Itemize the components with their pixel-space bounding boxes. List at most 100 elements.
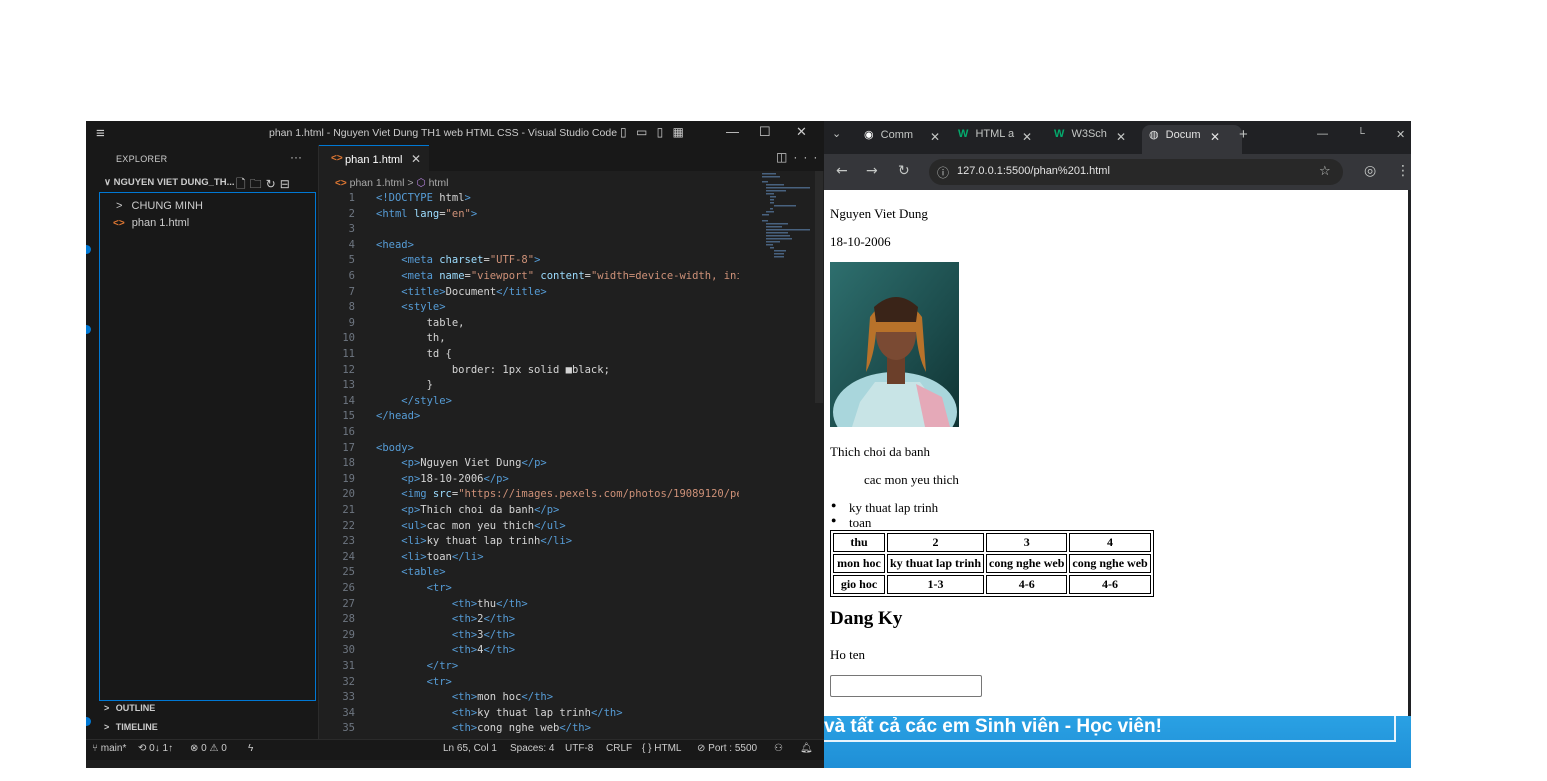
code-line[interactable]: 13 }: [319, 378, 739, 394]
eol-status[interactable]: CRLF: [606, 743, 632, 754]
code-line[interactable]: 24 <li>toan</li>: [319, 550, 739, 566]
close-tab-icon[interactable]: ✕: [1116, 130, 1126, 144]
code-line[interactable]: 12 border: 1px solid ■black;: [319, 363, 739, 379]
breadcrumb[interactable]: <> phan 1.html > ⬡ html: [335, 177, 448, 189]
language-status[interactable]: { } HTML: [642, 743, 681, 754]
code-line[interactable]: 20 <img src="https://images.pexels.com/p…: [319, 487, 739, 503]
page-scrollbar[interactable]: [1408, 190, 1411, 716]
code-line[interactable]: 1 <!DOCTYPE html>: [319, 191, 739, 207]
fullname-input[interactable]: [830, 675, 982, 697]
problems-status[interactable]: ⊗ 0 ⚠ 0: [190, 743, 227, 754]
close-tab-icon[interactable]: ✕: [1022, 130, 1032, 144]
outline-section[interactable]: > OUTLINE: [104, 703, 155, 713]
close-tab-icon[interactable]: ✕: [1210, 130, 1220, 144]
layout-toggle-icons[interactable]: ▯ ▭ ▯ ▦: [620, 125, 687, 139]
code-line[interactable]: 15 </head>: [319, 409, 739, 425]
code-line[interactable]: 2 <html lang="en">: [319, 207, 739, 223]
profile-icon[interactable]: ◎: [1364, 163, 1376, 179]
code-line[interactable]: 5 <meta charset="UTF-8">: [319, 253, 739, 269]
cursor-position[interactable]: Ln 65, Col 1: [443, 743, 497, 754]
code-line[interactable]: 21 <p>Thich choi da banh</p>: [319, 503, 739, 519]
indentation-status[interactable]: Spaces: 4: [510, 743, 554, 754]
timeline-section[interactable]: > TIMELINE: [104, 722, 158, 732]
minimize-button[interactable]: —: [726, 124, 739, 139]
more-actions-icon[interactable]: ···: [290, 150, 302, 164]
menu-kebab-icon[interactable]: ⋮: [1396, 163, 1410, 179]
code-line[interactable]: 28 <th>2</th>: [319, 612, 739, 628]
browser-tab-html[interactable]: W HTML a ✕: [958, 128, 1038, 150]
breadcrumb-file[interactable]: phan 1.html: [350, 177, 405, 189]
code-line[interactable]: 11 td {: [319, 347, 739, 363]
code-line[interactable]: 32 <tr>: [319, 675, 739, 691]
forward-icon[interactable]: →: [866, 163, 878, 179]
encoding-status[interactable]: UTF-8: [565, 743, 593, 754]
menu-icon[interactable]: ≡: [96, 125, 105, 142]
code-line[interactable]: 29 <th>3</th>: [319, 628, 739, 644]
code-line[interactable]: 10 th,: [319, 331, 739, 347]
code-line[interactable]: 22 <ul>cac mon yeu thich</ul>: [319, 519, 739, 535]
code-line[interactable]: 9 table,: [319, 316, 739, 332]
workspace-folder-header[interactable]: ∨ NGUYEN VIET DUNG_TH... 🗋🗀↻⊟: [98, 175, 318, 191]
code-line[interactable]: 34 <th>ky thuat lap trinh</th>: [319, 706, 739, 722]
code-line[interactable]: 26 <tr>: [319, 581, 739, 597]
browser-tab-github[interactable]: ◉ Comm ✕: [864, 128, 944, 150]
editor-tab-phan1[interactable]: <> phan 1.html ✕: [319, 145, 429, 172]
maximize-button[interactable]: └: [1357, 128, 1365, 150]
code-line[interactable]: 3: [319, 222, 739, 238]
code-line[interactable]: 33 <th>mon hoc</th>: [319, 690, 739, 706]
address-bar[interactable]: ⓘ 127.0.0.1:5500/phan%201.html ☆: [929, 159, 1343, 185]
code-line[interactable]: 14 </style>: [319, 394, 739, 410]
tree-folder-chung-minh[interactable]: > CHUNG MINH: [116, 200, 203, 212]
notifications-icon[interactable]: 🔔︎: [800, 743, 813, 754]
sync-status[interactable]: ⟲ 0↓ 1↑: [138, 743, 173, 754]
code-line[interactable]: 8 <style>: [319, 300, 739, 316]
new-tab-button[interactable]: +: [1239, 126, 1248, 148]
code-line[interactable]: 30 <th>4</th>: [319, 643, 739, 659]
branch-status[interactable]: ⑂ main*: [92, 743, 126, 754]
code-line[interactable]: 6 <meta name="viewport" content="width=d…: [319, 269, 739, 285]
minimize-button[interactable]: —: [1317, 128, 1328, 150]
maximize-button[interactable]: ☐: [759, 124, 771, 140]
line-number: 23: [342, 535, 355, 548]
code-text: th,: [376, 332, 446, 345]
code-line[interactable]: 25 <table>: [319, 565, 739, 581]
code-line[interactable]: 4 <head>: [319, 238, 739, 254]
live-server-status[interactable]: ⊘ Port : 5500: [697, 743, 757, 754]
editor-actions[interactable]: ◫···: [776, 150, 823, 164]
reload-icon[interactable]: ↻: [898, 163, 910, 179]
lightning-icon[interactable]: ϟ: [248, 743, 253, 754]
code-line[interactable]: 17 <body>: [319, 441, 739, 457]
back-icon[interactable]: ←: [836, 163, 848, 179]
minimap[interactable]: [760, 171, 818, 261]
close-tab-icon[interactable]: ✕: [930, 130, 940, 144]
code-line[interactable]: 16: [319, 425, 739, 441]
code-editor[interactable]: 1 <!DOCTYPE html> 2 <html lang="en"> 3 4 <head…: [319, 191, 739, 739]
site-info-icon[interactable]: ⓘ: [937, 164, 949, 181]
close-window-button[interactable]: ✕: [796, 124, 807, 140]
code-line[interactable]: 31 </tr>: [319, 659, 739, 675]
new-file-icon[interactable]: 🗋: [236, 177, 250, 191]
bookmark-star-icon[interactable]: ☆: [1319, 164, 1331, 179]
browser-tab-document[interactable]: ◍ Docum ✕: [1149, 128, 1239, 150]
collapse-all-icon[interactable]: ⊟: [280, 177, 294, 191]
close-window-button[interactable]: ✕: [1396, 128, 1405, 150]
code-line[interactable]: 19 <p>18-10-2006</p>: [319, 472, 739, 488]
tab-search-icon[interactable]: ⌄: [832, 127, 841, 149]
tree-file-phan1[interactable]: <> phan 1.html: [113, 217, 189, 229]
feedback-icon[interactable]: ⚇: [774, 743, 783, 754]
code-line[interactable]: 27 <th>thu</th>: [319, 597, 739, 613]
breadcrumb-symbol[interactable]: html: [429, 177, 449, 189]
new-folder-icon[interactable]: 🗀: [250, 177, 266, 191]
table-cell: mon hoc: [833, 554, 885, 573]
editor-scrollbar[interactable]: [815, 171, 823, 403]
code-line[interactable]: 23 <li>ky thuat lap trinh</li>: [319, 534, 739, 550]
more-actions-icon[interactable]: ···: [793, 150, 823, 164]
line-number: 32: [342, 675, 355, 688]
code-line[interactable]: 35 <th>cong nghe web</th>: [319, 721, 739, 737]
split-editor-icon[interactable]: ◫: [776, 150, 793, 164]
code-line[interactable]: 18 <p>Nguyen Viet Dung</p>: [319, 456, 739, 472]
browser-tab-w3schools[interactable]: W W3Sch ✕: [1054, 128, 1134, 150]
refresh-icon[interactable]: ↻: [266, 177, 280, 191]
code-line[interactable]: 7 <title>Document</title>: [319, 285, 739, 301]
close-tab-icon[interactable]: ✕: [411, 152, 421, 166]
